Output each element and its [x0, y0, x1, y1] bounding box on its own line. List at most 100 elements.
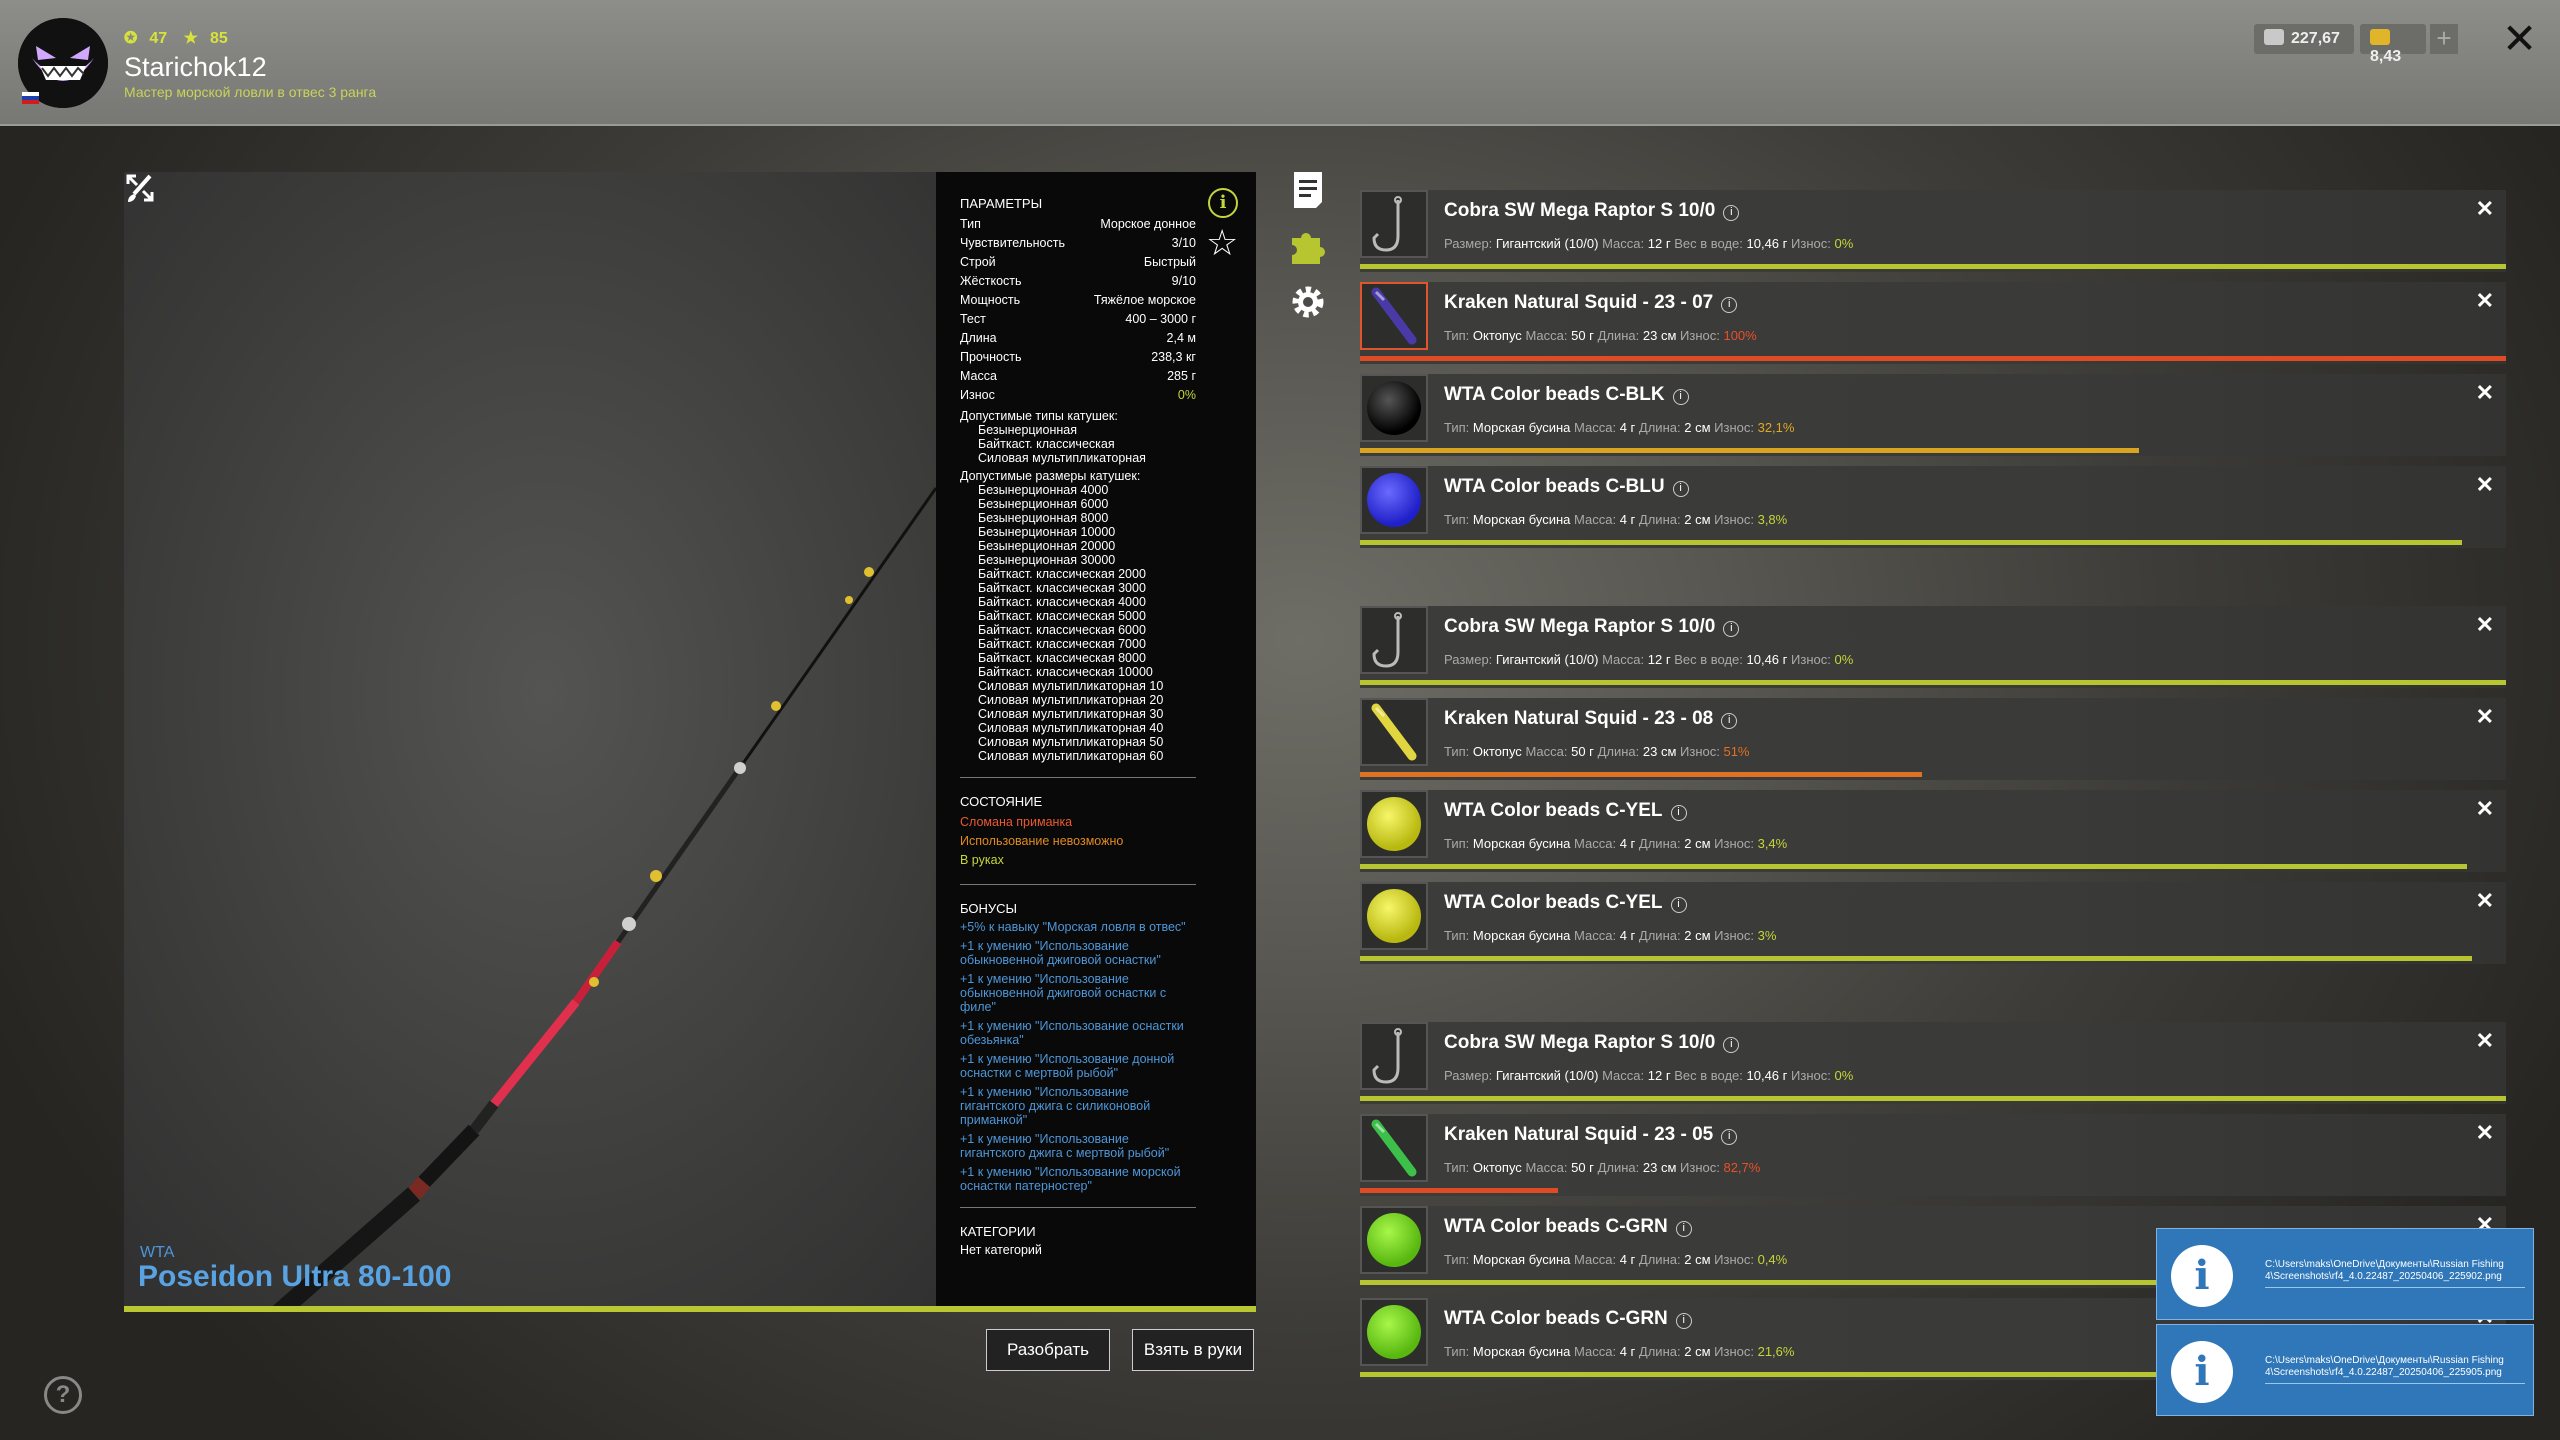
detail-value: 2 см: [1684, 836, 1711, 851]
tackle-item[interactable]: WTA Color beads C-BLK i Тип: Морская бусин…: [1360, 374, 2506, 456]
wear-value: 51%: [1723, 744, 1750, 759]
item-info-icon[interactable]: i: [1675, 1221, 1692, 1237]
item-info-icon[interactable]: i: [1670, 897, 1687, 913]
remove-button[interactable]: ✕: [2476, 612, 2494, 638]
detail-value: 4 г: [1619, 420, 1636, 435]
item-name: Cobra SW Mega Raptor S 10/0: [1444, 200, 1716, 221]
tackle-item[interactable]: WTA Color beads C-YEL i Тип: Морская бусин…: [1360, 790, 2506, 872]
detail-value: 4 г: [1619, 1252, 1636, 1267]
parameters-panel: i ☆ ПАРАМЕТРЫ Тип Морское донное Чувствите…: [936, 172, 1256, 1306]
take-in-hands-button[interactable]: Взять в руки: [1132, 1329, 1254, 1371]
item-info-icon[interactable]: i: [1721, 297, 1738, 313]
item-name: Kraken Natural Squid - 23 - 05: [1444, 1124, 1714, 1145]
item-thumbnail[interactable]: [1360, 374, 1428, 442]
reel-size-item: Силовая мультипликаторная 60: [978, 749, 1164, 763]
remove-button[interactable]: ✕: [2476, 288, 2494, 314]
item-info-icon[interactable]: i: [1672, 481, 1689, 497]
param-value: 238,3 кг: [1151, 350, 1196, 364]
remove-button[interactable]: ✕: [2476, 796, 2494, 822]
brush-icon[interactable]: [124, 172, 156, 204]
item-info-icon[interactable]: i: [1670, 805, 1687, 821]
bonus-item: +1 к умению "Использование морской оснас…: [960, 1165, 1181, 1193]
param-label: Тип: [960, 217, 981, 231]
wear-bar: [1360, 772, 1922, 777]
document-icon[interactable]: [1288, 170, 1328, 210]
param-label: Жёсткость: [960, 274, 1022, 288]
reel-sizes-heading: Допустимые размеры катушек:: [960, 469, 1141, 483]
info-icon[interactable]: i: [1208, 188, 1238, 218]
help-icon[interactable]: ?: [44, 1376, 82, 1414]
item-title: WTA Color beads C-YEL i: [1444, 892, 1687, 914]
wear-bar: [1360, 864, 2467, 869]
close-button[interactable]: ✕: [2502, 18, 2537, 60]
item-info-icon[interactable]: i: [1721, 1129, 1738, 1145]
bonus-list: +5% к навыку "Морская ловля в отвес" +1 к…: [960, 920, 1196, 1193]
item-info-icon[interactable]: i: [1672, 389, 1689, 405]
favorite-star-icon[interactable]: ☆: [1206, 225, 1238, 261]
item-name: WTA Color beads C-YEL: [1444, 800, 1663, 821]
puzzle-icon[interactable]: [1288, 226, 1328, 266]
item-thumbnail[interactable]: [1360, 882, 1428, 950]
wear-value: 3,8%: [1757, 512, 1788, 527]
detail-label: Длина:: [1638, 512, 1681, 527]
detail-value: Морская бусина: [1472, 836, 1571, 851]
bead-green: [1367, 1305, 1421, 1359]
squid-icon-yellow: [1371, 703, 1417, 761]
param-value: 400 – 3000 г: [1125, 312, 1196, 326]
detail-value: 10,46 г: [1746, 236, 1788, 251]
item-thumbnail[interactable]: [1360, 790, 1428, 858]
tackle-item[interactable]: Kraken Natural Squid - 23 - 05 i Тип: Окто…: [1360, 1114, 2506, 1196]
toast-divider: [2265, 1287, 2525, 1288]
reel-size-item: Байткаст. классическая 5000: [978, 609, 1146, 623]
reel-size-item: Байткаст. классическая 4000: [978, 595, 1146, 609]
param-value: Морское донное: [1100, 217, 1196, 231]
remove-button[interactable]: ✕: [2476, 472, 2494, 498]
item-info-icon[interactable]: i: [1675, 1313, 1692, 1329]
item-thumbnail[interactable]: [1360, 606, 1428, 674]
tackle-item[interactable]: Cobra SW Mega Raptor S 10/0 i Размер: Гига…: [1360, 606, 2506, 688]
item-info-icon[interactable]: i: [1723, 1037, 1740, 1053]
screenshot-toast[interactable]: i C:\Users\maks\OneDrive\Документы\Russia…: [2156, 1324, 2534, 1416]
wear-value: 100%: [1723, 328, 1757, 343]
remove-button[interactable]: ✕: [2476, 1028, 2494, 1054]
tackle-item[interactable]: Kraken Natural Squid - 23 - 08 i Тип: Окто…: [1360, 698, 2506, 780]
item-details: Тип: Морская бусина Масса: 4 г Длина: 2 …: [1444, 928, 1776, 943]
tackle-item[interactable]: Cobra SW Mega Raptor S 10/0 i Размер: Гига…: [1360, 1022, 2506, 1104]
item-info-icon[interactable]: i: [1723, 205, 1740, 221]
hook-icon: [1372, 1028, 1402, 1084]
detail-label: Тип:: [1444, 744, 1470, 759]
tackle-item[interactable]: Kraken Natural Squid - 23 - 07 i Тип: Окто…: [1360, 282, 2506, 364]
remove-button[interactable]: ✕: [2476, 380, 2494, 406]
add-gold-button[interactable]: +: [2430, 24, 2458, 54]
disassemble-button[interactable]: Разобрать: [986, 1329, 1110, 1371]
detail-value: 2 см: [1684, 928, 1711, 943]
detail-label: Масса:: [1574, 512, 1617, 527]
state-in-hands: В руках: [960, 853, 1004, 867]
gear-icon[interactable]: [1288, 282, 1328, 322]
gold-coins-icon: [2370, 29, 2390, 45]
screenshot-toast[interactable]: i C:\Users\maks\OneDrive\Документы\Russia…: [2156, 1228, 2534, 1320]
item-thumbnail[interactable]: [1360, 190, 1428, 258]
item-thumbnail[interactable]: [1360, 1022, 1428, 1090]
item-name: WTA Color beads C-GRN: [1444, 1216, 1668, 1237]
detail-value: 2 см: [1684, 512, 1711, 527]
bonus-item: +1 к умению "Использование донной оснаст…: [960, 1052, 1175, 1080]
remove-button[interactable]: ✕: [2476, 1120, 2494, 1146]
rod-preview[interactable]: WTA Poseidon Ultra 80-100: [124, 172, 936, 1308]
item-thumbnail[interactable]: [1360, 698, 1428, 766]
item-info-icon[interactable]: i: [1721, 713, 1738, 729]
tackle-item[interactable]: WTA Color beads C-BLU i Тип: Морская бусин…: [1360, 466, 2506, 548]
detail-label: Масса:: [1525, 744, 1568, 759]
item-thumbnail[interactable]: [1360, 1298, 1428, 1366]
item-thumbnail[interactable]: [1360, 1206, 1428, 1274]
tackle-item[interactable]: Cobra SW Mega Raptor S 10/0 i Размер: Гига…: [1360, 190, 2506, 272]
item-info-icon[interactable]: i: [1723, 621, 1740, 637]
divider: [960, 1207, 1196, 1208]
remove-button[interactable]: ✕: [2476, 196, 2494, 222]
tackle-item[interactable]: WTA Color beads C-YEL i Тип: Морская бусин…: [1360, 882, 2506, 964]
remove-button[interactable]: ✕: [2476, 888, 2494, 914]
item-thumbnail[interactable]: [1360, 1114, 1428, 1182]
item-thumbnail[interactable]: [1360, 282, 1428, 350]
item-thumbnail[interactable]: [1360, 466, 1428, 534]
remove-button[interactable]: ✕: [2476, 704, 2494, 730]
